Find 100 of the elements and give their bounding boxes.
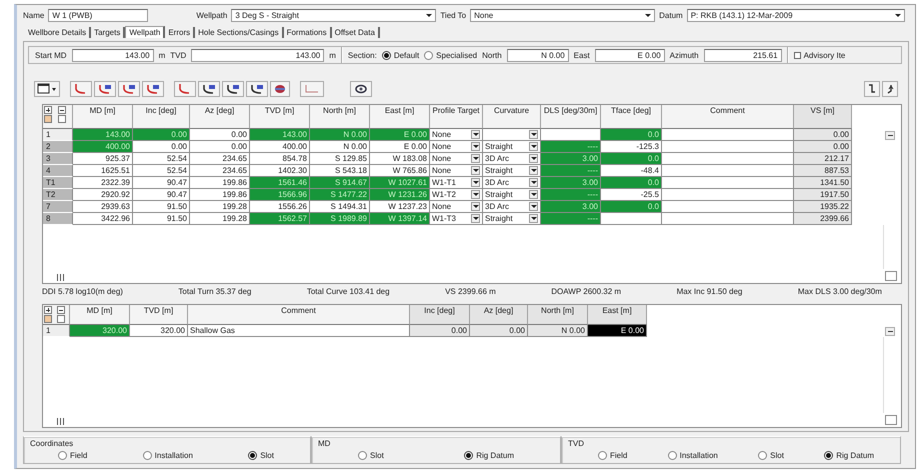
table-cell[interactable]: 90.47	[133, 177, 190, 189]
column-header[interactable]: Comment	[662, 105, 794, 129]
radio-button[interactable]	[464, 451, 474, 460]
table-cell[interactable]	[662, 153, 794, 165]
row-header[interactable]: 2	[43, 141, 73, 153]
table-cell[interactable]: 400.00	[250, 141, 310, 153]
curve-tool-button[interactable]	[246, 81, 268, 97]
tab[interactable]: Wellbore Details	[25, 26, 92, 38]
dropdown-arrow-icon[interactable]	[471, 166, 480, 175]
column-header[interactable]: Inc [deg]	[410, 305, 470, 325]
tab[interactable]: Formations	[284, 26, 332, 38]
table-cell[interactable]: 0.00	[794, 129, 852, 141]
table-cell[interactable]: E 0.00	[370, 141, 430, 153]
row-header[interactable]: 3	[43, 153, 73, 165]
dropdown-cell[interactable]: None	[430, 129, 483, 141]
table-cell[interactable]: Shallow Gas	[188, 325, 410, 337]
dropdown-cell[interactable]: W1-T1	[430, 177, 483, 189]
dropdown-cell[interactable]: 3D Arc	[483, 153, 541, 165]
column-header[interactable]: Inc [deg]	[133, 105, 190, 129]
table-cell[interactable]	[601, 213, 662, 225]
tab[interactable]: Wellpath	[125, 26, 166, 38]
column-header[interactable]: North [m]	[528, 305, 588, 325]
tab[interactable]: Errors	[165, 26, 196, 38]
dropdown-arrow-icon[interactable]	[529, 154, 538, 163]
column-header[interactable]: TVD [m]	[250, 105, 310, 129]
curve-tool-button[interactable]	[222, 81, 244, 97]
column-header[interactable]: Profile Target	[430, 105, 483, 129]
table-cell[interactable]: 234.65	[190, 153, 250, 165]
layout-dropdown-button[interactable]	[34, 81, 60, 97]
horizontal-scrollbar[interactable]	[57, 418, 64, 425]
dropdown-cell[interactable]: W1-T3	[430, 213, 483, 225]
dropdown-arrow-icon[interactable]	[529, 190, 538, 199]
dropdown-cell[interactable]: Straight	[483, 165, 541, 177]
remove-row-icon[interactable]	[56, 306, 64, 314]
add-row-icon[interactable]	[44, 106, 52, 114]
tvd-field[interactable]: 143.00	[191, 48, 324, 62]
table-cell[interactable]: 2399.66	[794, 213, 852, 225]
table-cell[interactable]: 0.00	[133, 141, 190, 153]
column-header[interactable]: TVD [m]	[130, 305, 188, 325]
row-header[interactable]: 4	[43, 165, 73, 177]
column-header[interactable]: Az [deg]	[470, 305, 528, 325]
pointer-tool-button[interactable]	[864, 81, 880, 97]
column-header[interactable]: MD [m]	[73, 105, 133, 129]
export-tool-button[interactable]	[882, 81, 898, 97]
dropdown-arrow-icon[interactable]	[529, 166, 538, 175]
radio-button[interactable]	[248, 451, 258, 460]
dropdown-cell[interactable]: Straight	[483, 213, 541, 225]
curve-tool-button[interactable]	[118, 81, 140, 97]
dropdown-arrow-icon[interactable]	[529, 202, 538, 211]
radio-button[interactable]	[382, 50, 391, 60]
radio-button[interactable]	[142, 451, 152, 460]
table-cell[interactable]: 199.28	[190, 201, 250, 213]
table-cell[interactable]: 1341.50	[794, 177, 852, 189]
table-cell[interactable]	[662, 201, 794, 213]
checkbox[interactable]	[794, 52, 801, 58]
table-cell[interactable]: 0.00	[190, 141, 250, 153]
table-cell[interactable]	[662, 129, 794, 141]
table-cell[interactable]: 1625.51	[73, 165, 133, 177]
row-header[interactable]: 1	[43, 325, 70, 337]
dropdown-arrow-icon[interactable]	[529, 214, 538, 223]
add-row-icon[interactable]	[44, 306, 52, 314]
name-field[interactable]: W 1 (PWB)	[48, 9, 148, 22]
dropdown-arrow-icon[interactable]	[529, 142, 538, 151]
table-cell[interactable]: N 0.00	[310, 141, 370, 153]
table-cell[interactable]: 854.78	[250, 153, 310, 165]
column-header[interactable]: Tface [deg]	[601, 105, 662, 129]
dropdown-cell[interactable]: W1-T2	[430, 189, 483, 201]
table-cell[interactable]: 2322.39	[73, 177, 133, 189]
column-header[interactable]: DLS [deg/30m]	[541, 105, 601, 129]
dropdown-arrow-icon[interactable]	[471, 190, 480, 199]
target-tool-button[interactable]	[270, 81, 290, 97]
table-cell[interactable]: 1935.22	[794, 201, 852, 213]
table-cell[interactable]: E 0.00	[588, 325, 647, 337]
view-button[interactable]	[350, 81, 372, 97]
table-cell[interactable]: N 0.00	[528, 325, 588, 337]
table-cell[interactable]	[662, 213, 794, 225]
column-header[interactable]: Az [deg]	[190, 105, 250, 129]
east-field[interactable]: E 0.00	[594, 48, 665, 62]
column-header[interactable]: Curvature	[483, 105, 541, 129]
column-header[interactable]: Comment	[188, 305, 410, 325]
table-cell[interactable]: 925.37	[73, 153, 133, 165]
dropdown-arrow-icon[interactable]	[529, 178, 538, 187]
table-cell[interactable]: 91.50	[133, 201, 190, 213]
table-cell[interactable]	[662, 189, 794, 201]
dropdown-cell[interactable]: Straight	[483, 141, 541, 153]
dropdown-arrow-icon[interactable]	[894, 14, 901, 18]
row-header[interactable]: T2	[43, 189, 73, 201]
azimuth-field[interactable]: 215.61	[704, 48, 782, 62]
table-cell[interactable]: 91.50	[133, 213, 190, 225]
dropdown-arrow-icon[interactable]	[471, 142, 480, 151]
table-cell[interactable]: 887.53	[794, 165, 852, 177]
dropdown-arrow-icon[interactable]	[529, 130, 538, 139]
datum-dropdown[interactable]: P: RKB (143.1) 12-Mar-2009	[686, 9, 905, 22]
row-header[interactable]: 7	[43, 201, 73, 213]
row-header[interactable]: T1	[43, 177, 73, 189]
dropdown-arrow-icon[interactable]	[645, 14, 652, 18]
table-cell[interactable]: 0.00	[410, 325, 470, 337]
dropdown-cell[interactable]: 3D Arc	[483, 201, 541, 213]
table-cell[interactable]: S 129.85	[310, 153, 370, 165]
table-cell[interactable]	[662, 165, 794, 177]
